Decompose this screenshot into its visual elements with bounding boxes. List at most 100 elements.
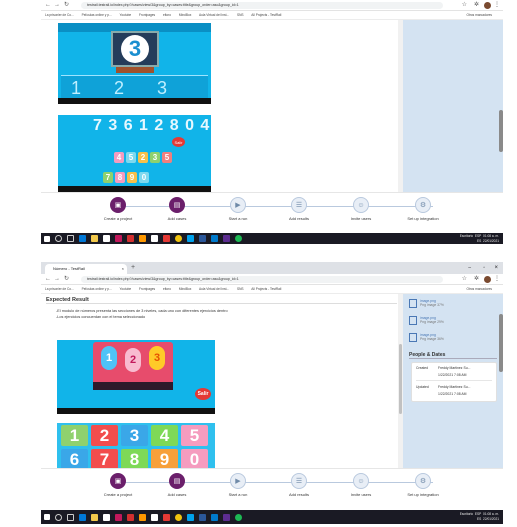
folder-icon[interactable] [91, 235, 98, 242]
avatar[interactable] [484, 276, 491, 283]
step-add-cases[interactable]: ▤ Add cases [147, 473, 207, 497]
app-icon[interactable] [139, 235, 146, 242]
number-tile[interactable]: 7 [91, 449, 118, 468]
vscode-icon[interactable] [211, 235, 218, 242]
attachment-item[interactable]: image.png Png image 29% [409, 313, 497, 327]
app-icon[interactable] [151, 235, 158, 242]
forward-icon[interactable]: → [54, 274, 60, 285]
number-tile[interactable]: 2 [91, 425, 118, 446]
back-icon[interactable]: ← [45, 0, 51, 11]
attachment-item[interactable]: image.png Png image 36% [409, 330, 497, 344]
number-tile[interactable]: 5 [181, 425, 208, 446]
app-icon[interactable] [127, 513, 134, 521]
updated-by[interactable]: Freddy Martinez Su... [438, 385, 470, 389]
bookmark[interactable]: eltoro [163, 287, 171, 291]
app-icon[interactable] [127, 235, 134, 242]
bookmark[interactable]: Youtube [120, 13, 132, 17]
search-icon[interactable] [55, 235, 62, 242]
bookmark[interactable]: Películas online y p... [82, 287, 112, 291]
folder-icon[interactable] [91, 513, 98, 521]
extensions-icon[interactable]: ✲ [474, 274, 479, 285]
number-tile[interactable]: 9 [127, 172, 137, 183]
bookmark[interactable]: All Projects - TestRail [251, 287, 281, 291]
number-tile[interactable]: 5 [126, 152, 136, 163]
bookmark[interactable]: Youtube [120, 287, 132, 291]
vscode-icon[interactable] [211, 513, 218, 521]
tab-active[interactable]: Número - TestRail × [45, 264, 127, 274]
clock-date[interactable]: 22/01/2021 [483, 517, 499, 521]
bookmark[interactable]: La prisonier de Co... [45, 287, 74, 291]
step-create-project[interactable]: ▣ Create a project [88, 197, 148, 221]
app-icon[interactable] [187, 513, 194, 521]
url-field[interactable]: testrail.testrail.io/index.php?/cases/vi… [81, 2, 443, 9]
step-add-results[interactable]: ☰ Add results [269, 197, 329, 221]
attached-screenshot[interactable]: 1 2 3 4 5 6 7 8 9 0 [57, 418, 215, 468]
spotify-icon[interactable] [235, 235, 242, 242]
extensions-icon[interactable]: ✲ [474, 0, 479, 11]
word-icon[interactable] [199, 235, 206, 242]
star-icon[interactable]: ☆ [462, 0, 467, 11]
attached-screenshot[interactable]: 3 1 2 3 4 [58, 23, 211, 104]
bookmark[interactable]: SNS [237, 13, 244, 17]
salir-button[interactable]: Salir [172, 137, 185, 147]
other-bookmarks[interactable]: Otros marcadores [466, 11, 492, 19]
number-tile[interactable]: 9 [151, 449, 178, 468]
maximize-icon[interactable]: ▫ [483, 262, 485, 274]
task-view-icon[interactable] [67, 513, 74, 521]
app-icon[interactable] [139, 513, 146, 521]
attached-screenshot[interactable]: 7 3 6 1 2 8 0 4 5 Salir 4 5 2 3 5 7 8 9 … [58, 110, 211, 192]
video-controls[interactable] [57, 408, 215, 414]
number-tile[interactable]: 4 [151, 425, 178, 446]
number-tile[interactable]: 4 [114, 152, 124, 163]
number-tile[interactable]: 3 [121, 425, 148, 446]
step-set-up-integration[interactable]: ⚙ Set up integration [393, 197, 453, 221]
number-tile[interactable]: 0 [139, 172, 149, 183]
start-icon[interactable] [44, 514, 50, 520]
store-icon[interactable] [103, 513, 110, 521]
bookmark[interactable]: Frontpages [139, 287, 155, 291]
bookmark[interactable]: Aula Virtual del Inst... [199, 13, 229, 17]
bookmark[interactable]: eltoro [163, 13, 171, 17]
back-icon[interactable]: ← [45, 274, 51, 285]
bookmark[interactable]: Películas online y p... [82, 13, 112, 17]
created-by[interactable]: Freddy Martinez Su... [438, 366, 470, 370]
step-start-run[interactable]: ▶ Start a run [208, 197, 268, 221]
star-icon[interactable]: ☆ [462, 274, 467, 285]
step-set-up-integration[interactable]: ⚙ Set up integration [393, 473, 453, 497]
app-icon[interactable] [115, 513, 122, 521]
spotify-icon[interactable] [235, 513, 242, 521]
chrome-icon[interactable] [175, 235, 182, 242]
step-add-results[interactable]: ☰ Add results [269, 473, 329, 497]
close-window-icon[interactable]: × [494, 262, 498, 274]
sidebar-scroll-thumb[interactable] [499, 110, 503, 152]
attachment-item[interactable]: image.png Png image 37% [409, 296, 497, 310]
start-icon[interactable] [44, 235, 50, 242]
search-icon[interactable] [55, 513, 62, 521]
number-tile[interactable]: 0 [181, 449, 208, 468]
app-icon[interactable] [163, 513, 170, 521]
video-controls[interactable] [93, 382, 173, 390]
number-tile[interactable]: 3 [150, 152, 160, 163]
clock-time[interactable]: 01:08 a. m. [483, 512, 499, 516]
menu-icon[interactable]: ⋮ [494, 274, 500, 285]
number-tile[interactable]: 8 [115, 172, 125, 183]
avatar[interactable] [484, 2, 491, 9]
step-invite-users[interactable]: ☺ Invite users [331, 473, 391, 497]
bookmark[interactable]: SNS [237, 287, 244, 291]
app-icon[interactable] [115, 235, 122, 242]
number-tile[interactable]: 1 [61, 425, 88, 446]
scrollbar-thumb[interactable] [399, 344, 402, 414]
video-controls[interactable] [58, 98, 211, 104]
number-tile[interactable]: 8 [121, 449, 148, 468]
clock-time[interactable]: 01:08 a. m. [483, 234, 499, 238]
language[interactable]: ESP [475, 512, 481, 516]
app-icon[interactable] [223, 235, 230, 242]
bookmark[interactable]: MindBox [179, 13, 191, 17]
bookmark[interactable]: Aula Virtual del Inst... [199, 287, 229, 291]
url-field[interactable]: testrail.testrail.io/index.php?/cases/vi… [81, 276, 443, 283]
task-view-icon[interactable] [67, 235, 74, 242]
bookmark[interactable]: La prisonier de Co... [45, 13, 74, 17]
sidebar-scroll-thumb[interactable] [499, 314, 503, 372]
new-tab-icon[interactable]: + [131, 262, 135, 274]
minimize-icon[interactable]: – [468, 262, 471, 274]
